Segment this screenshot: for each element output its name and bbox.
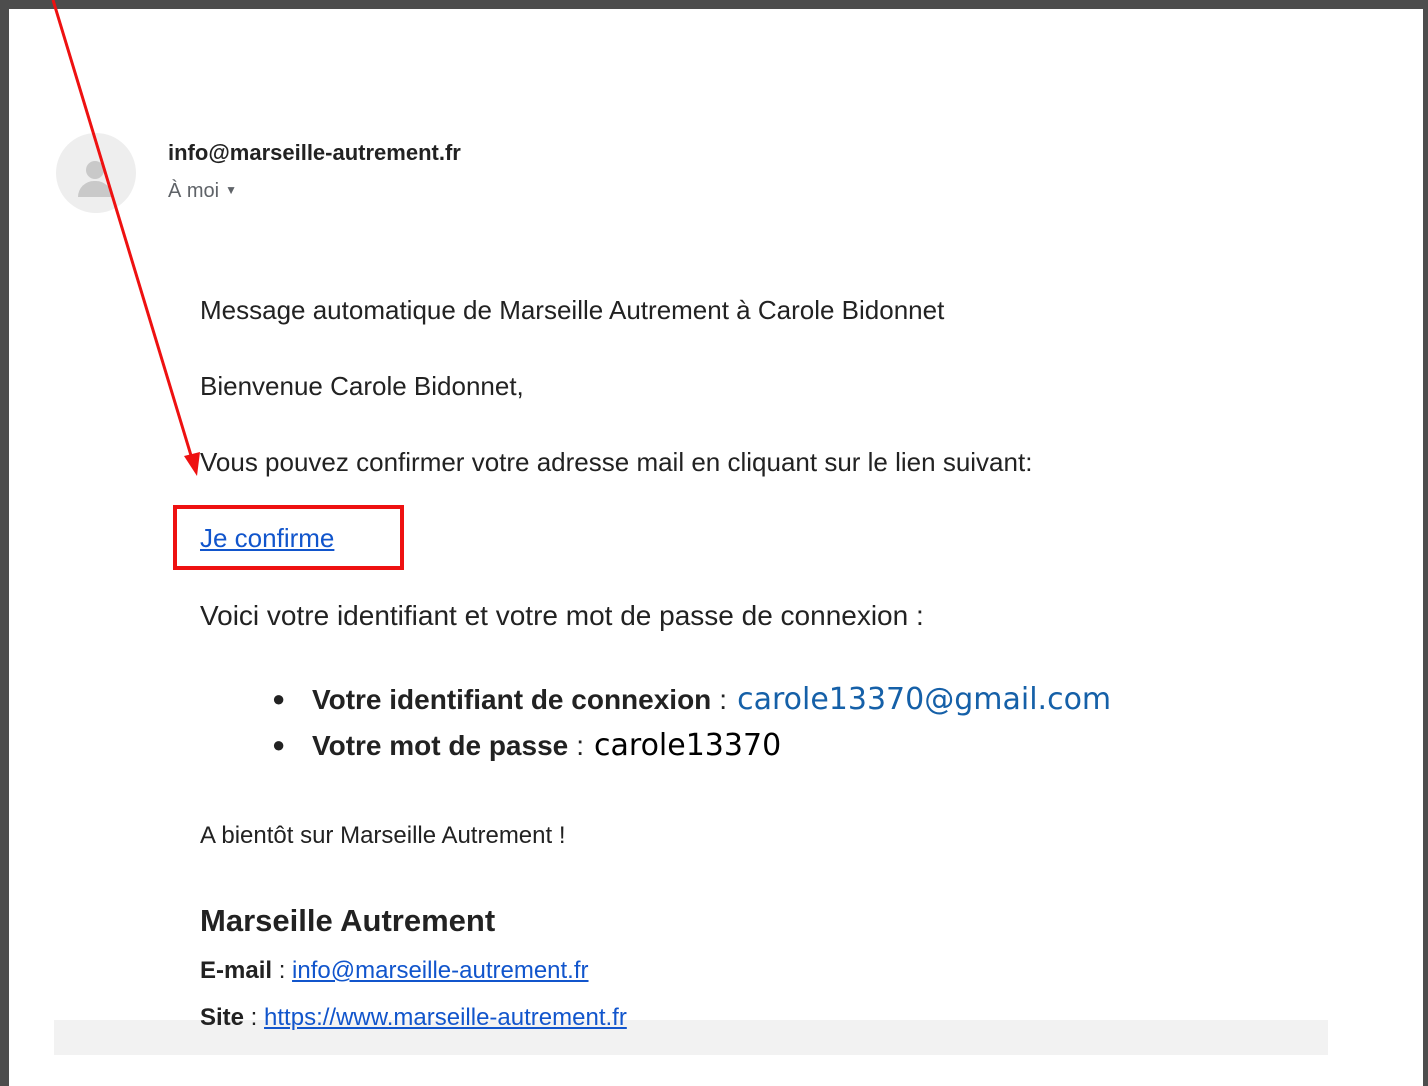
credential-value-password: carole13370	[594, 728, 782, 763]
sender-address: info@marseille-autrement.fr	[168, 140, 461, 165]
bullet-icon: ●	[272, 686, 286, 711]
signature-email-link[interactable]: info@marseille-autrement.fr	[292, 957, 588, 984]
signature-email-label: E-mail	[200, 957, 273, 984]
list-item: ● Votre mot de passe: carole13370	[272, 728, 1111, 774]
signature-site-label: Site	[200, 1004, 245, 1031]
chevron-down-icon: ▼	[225, 183, 238, 197]
confirm-highlight-box	[173, 505, 404, 570]
list-item: ● Votre identifiant de connexion: carole13…	[272, 682, 1111, 728]
closing-text: A bientôt sur Marseille Autrement !	[200, 822, 566, 849]
signature-site-link[interactable]: https://www.marseille-autrement.fr	[264, 1004, 627, 1031]
greeting-text: Bienvenue Carole Bidonnet,	[200, 371, 524, 401]
credentials-intro-text: Voici votre identifiant et votre mot de …	[200, 600, 924, 631]
credentials-list: ● Votre identifiant de connexion: carole13…	[272, 682, 1111, 774]
credential-colon: :	[719, 684, 728, 715]
avatar-head-shape	[86, 161, 104, 179]
intro-text: Message automatique de Marseille Autreme…	[200, 295, 945, 325]
confirm-prompt-text: Vous pouvez confirmer votre adresse mail…	[200, 447, 1033, 477]
recipient-label: À moi	[168, 180, 220, 202]
credential-colon: :	[576, 730, 585, 761]
credential-value-login: carole13370@gmail.com	[737, 682, 1112, 717]
signature-name: Marseille Autrement	[200, 903, 496, 938]
recipient-details-toggle[interactable]: À moi ▼	[168, 180, 237, 203]
avatar-body-shape	[78, 181, 112, 197]
sender-avatar	[56, 133, 136, 213]
signature-site-line: Site : https://www.marseille-autrement.f…	[200, 1004, 627, 1031]
credential-label-password: Votre mot de passe	[312, 730, 569, 761]
credential-label-login: Votre identifiant de connexion	[312, 684, 712, 715]
bullet-icon: ●	[272, 732, 286, 757]
signature-email-line: E-mail : info@marseille-autrement.fr	[200, 957, 589, 984]
